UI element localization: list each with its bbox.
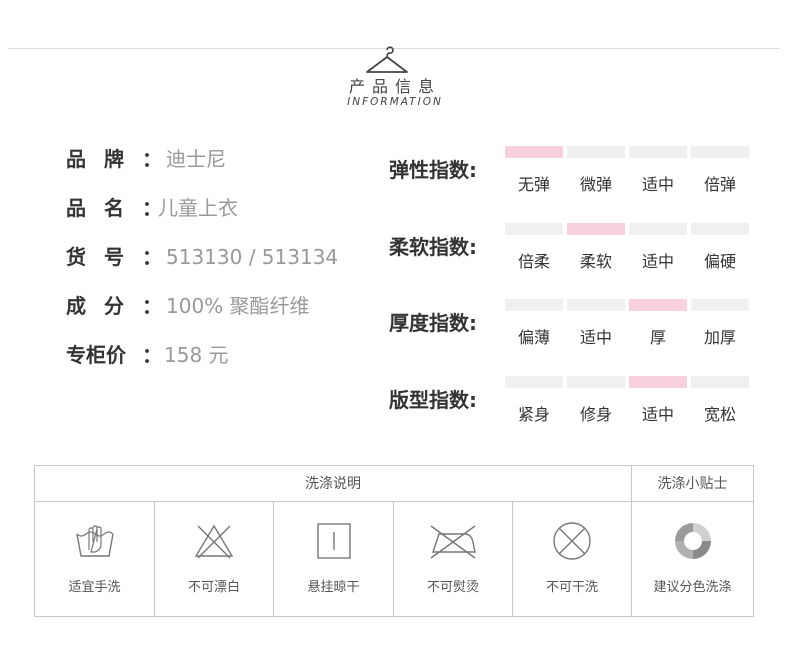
- care-label: 不可干洗: [545, 580, 598, 595]
- care-label: 不可漂白: [187, 580, 240, 595]
- index-option: 紧身: [517, 405, 550, 424]
- index-option: 适中: [641, 405, 674, 424]
- index-bar: [691, 376, 749, 388]
- index-bar: [629, 223, 687, 235]
- index-option: 宽松: [703, 405, 736, 424]
- care-item-hand-wash: 适宜手洗: [35, 502, 155, 617]
- index-option: 适中: [641, 175, 674, 194]
- washing-tips-header: 洗涤小贴士: [632, 466, 753, 502]
- index-label: 弹性指数:: [389, 158, 477, 182]
- index-option: 偏薄: [517, 328, 550, 347]
- index-option: 偏硬: [703, 252, 736, 271]
- index-bar: [567, 299, 625, 311]
- index-bar: [691, 299, 749, 311]
- index-bar: [567, 146, 625, 158]
- care-item-no-iron: 不可熨烫: [394, 502, 513, 617]
- index-bar-selected: [629, 376, 687, 388]
- index-label: 柔软指数:: [389, 235, 477, 259]
- care-item-no-dry-clean: 不可干洗: [513, 502, 632, 617]
- index-bar: [505, 376, 563, 388]
- care-label: 不可熨烫: [426, 580, 479, 595]
- info-label: 货号: [66, 245, 142, 269]
- color-separate-icon: [674, 523, 711, 559]
- no-dry-clean-icon: [553, 522, 591, 560]
- index-bar: [505, 299, 563, 311]
- index-option: 柔软: [579, 252, 612, 271]
- index-bar-selected: [505, 146, 563, 158]
- info-label: 品牌: [66, 147, 142, 171]
- index-option: 倍柔: [517, 252, 550, 271]
- info-colon: ：: [142, 343, 162, 367]
- info-value: 儿童上衣: [158, 196, 238, 220]
- index-bar: [691, 146, 749, 158]
- info-label: 成分: [66, 294, 142, 318]
- info-label: 品名: [66, 196, 142, 220]
- care-label: 悬挂晾干: [307, 580, 360, 595]
- no-iron-icon: [430, 525, 476, 559]
- index-option: 适中: [641, 252, 674, 271]
- care-item-hang-dry: 悬挂晾干: [274, 502, 394, 617]
- index-label: 版型指数:: [389, 388, 477, 412]
- index-bar: [629, 146, 687, 158]
- index-option: 无弹: [517, 175, 550, 194]
- info-label: 专柜价: [66, 343, 126, 367]
- info-value: 迪士尼: [166, 147, 226, 171]
- care-tip-color-separate: 建议分色洗涤: [632, 502, 753, 617]
- no-bleach-icon: [194, 524, 234, 559]
- info-value: 158 元: [164, 343, 229, 367]
- hand-wash-icon: [75, 525, 114, 557]
- info-colon: ：: [142, 294, 162, 318]
- index-bar-selected: [629, 299, 687, 311]
- care-item-no-bleach: 不可漂白: [155, 502, 274, 617]
- index-option: 厚: [649, 328, 666, 347]
- index-bar: [691, 223, 749, 235]
- washing-instructions-header: 洗涤说明: [35, 466, 632, 502]
- index-label: 厚度指数:: [389, 311, 477, 335]
- care-label: 建议分色洗涤: [653, 580, 732, 595]
- info-value: 513130 / 513134: [166, 245, 339, 269]
- section-title: 产品信息: [348, 77, 441, 96]
- info-value: 100% 聚酯纤维: [166, 294, 310, 318]
- index-option: 修身: [579, 405, 612, 424]
- care-label: 适宜手洗: [68, 580, 121, 595]
- care-table: 洗涤说明 洗涤小贴士 适宜手洗 不可漂白 悬挂晾干 不可熨烫 不可干洗 建议分色…: [34, 465, 754, 617]
- index-option: 倍弹: [703, 175, 736, 194]
- index-bar-selected: [567, 223, 625, 235]
- index-bar: [505, 223, 563, 235]
- info-colon: ：: [142, 245, 162, 269]
- section-subtitle: INFORMATION: [347, 96, 443, 108]
- index-option: 微弹: [579, 175, 612, 194]
- hanger-icon: [366, 46, 408, 73]
- hang-dry-icon: [316, 523, 351, 559]
- index-option: 加厚: [703, 328, 736, 347]
- index-bar: [567, 376, 625, 388]
- index-option: 适中: [579, 328, 612, 347]
- info-colon: ：: [142, 147, 162, 171]
